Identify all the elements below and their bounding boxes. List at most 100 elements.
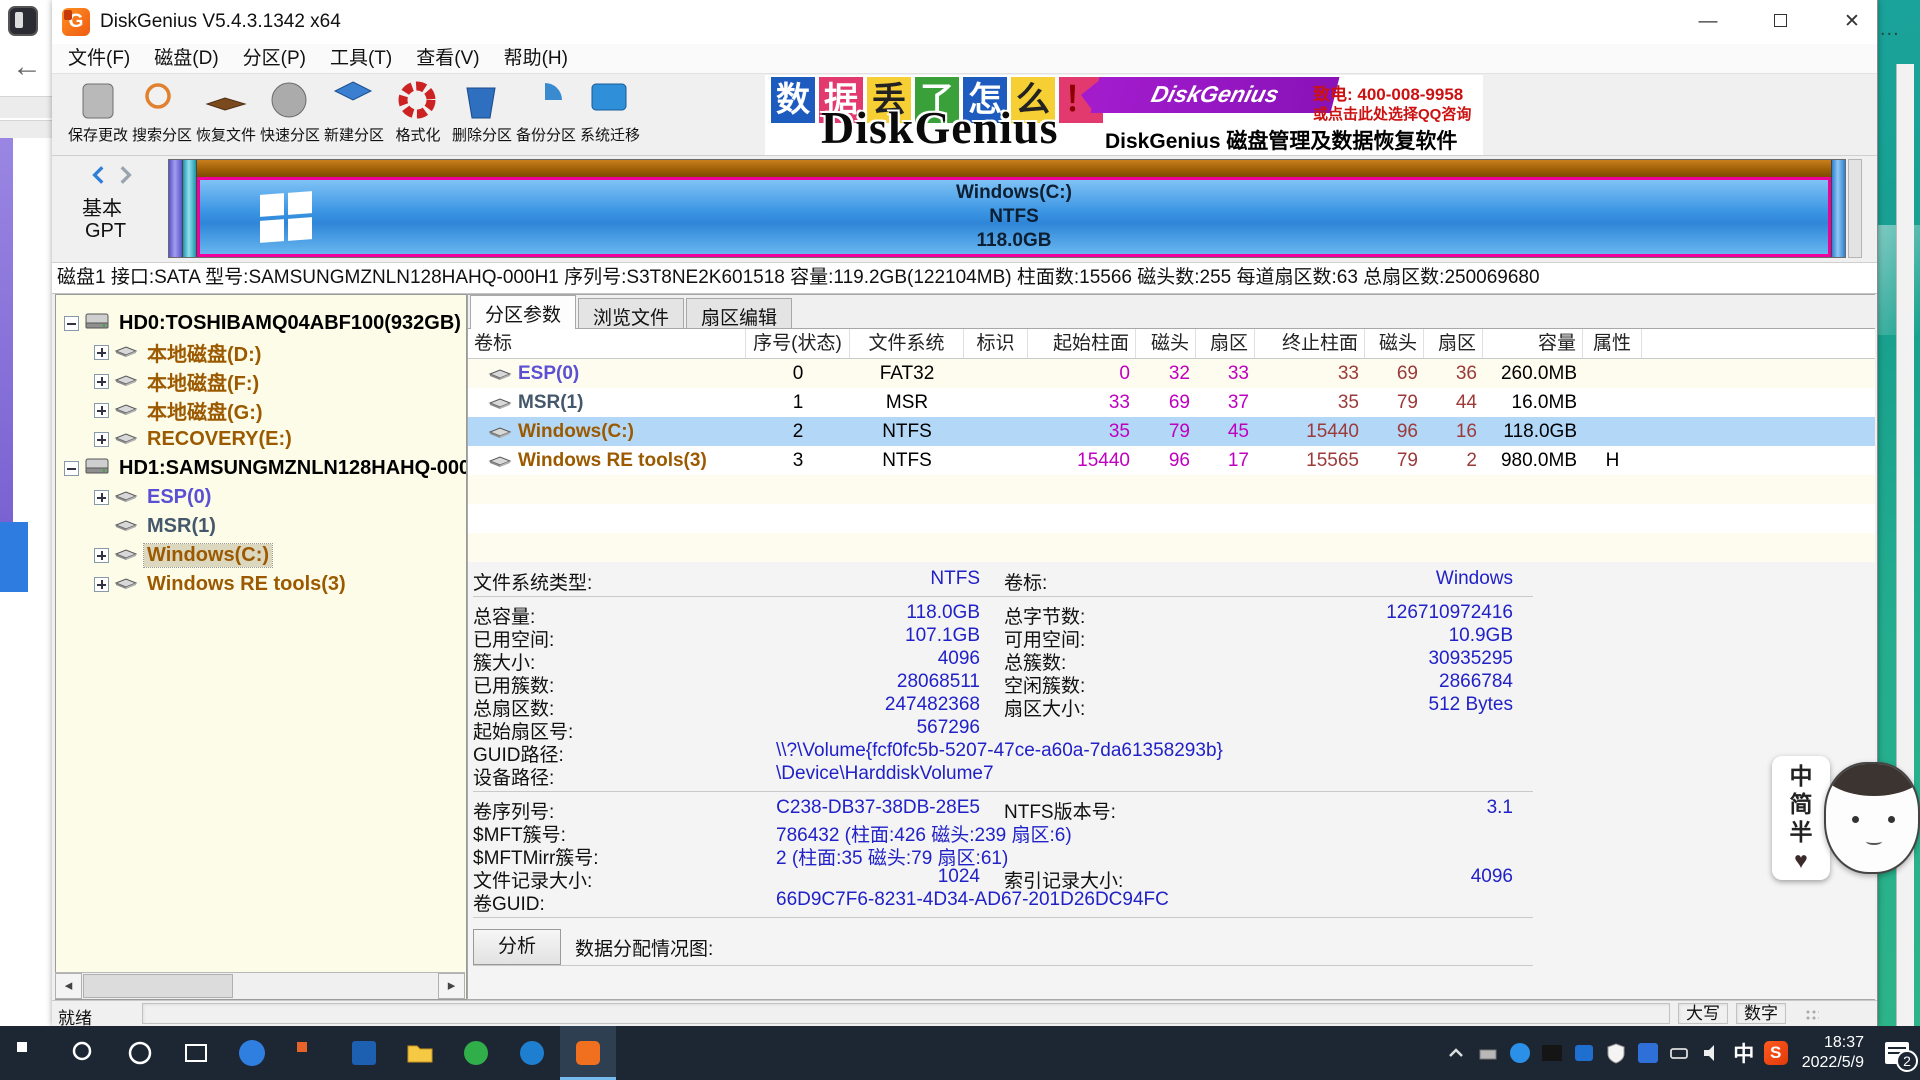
sogou-ime-widget[interactable]: 中简半♥ <box>1772 752 1920 884</box>
tree-item--f-[interactable]: 本地磁盘(F:) <box>56 367 466 396</box>
ime-language-indicator[interactable]: 中 <box>1728 1026 1760 1080</box>
column-header[interactable]: 扇区 <box>1424 329 1483 358</box>
tab-2[interactable]: 扇区编辑 <box>686 298 792 328</box>
column-header[interactable]: 起始柱面 <box>1028 329 1136 358</box>
menu-item-5[interactable]: 帮助(H) <box>492 44 580 74</box>
toolbar-button-5[interactable]: 格式化 <box>386 76 450 154</box>
column-header[interactable]: 属性 <box>1583 329 1642 358</box>
column-header[interactable]: 文件系统 <box>850 329 964 358</box>
scroll-thumb[interactable] <box>83 974 233 998</box>
column-header[interactable]: 序号(状态) <box>746 329 850 358</box>
toolbar-button-7[interactable]: 备份分区 <box>514 76 578 154</box>
toolbar-button-2[interactable]: 恢复文件 <box>194 76 258 154</box>
expand-icon[interactable] <box>94 403 109 418</box>
column-header[interactable]: 标识 <box>964 329 1028 358</box>
scroll-right-button[interactable]: ▸ <box>438 973 465 999</box>
sogou-status-glyph-0[interactable]: 中 <box>1790 763 1813 789</box>
tree-item-esp-0-[interactable]: ESP(0) <box>56 483 466 512</box>
task-view-icon[interactable] <box>168 1026 224 1080</box>
ad-banner[interactable]: 数据丢了怎么！ DiskGenius DiskGenius 致电: 400-00… <box>765 75 1483 155</box>
column-header[interactable]: 磁头 <box>1365 329 1424 358</box>
sogou-status-glyph-3[interactable]: ♥ <box>1794 847 1808 873</box>
word-app-icon[interactable]: W <box>336 1026 392 1080</box>
cortana-icon[interactable] <box>112 1026 168 1080</box>
tree-item-hd0-toshibamq04abf100-932gb-[interactable]: HD0:TOSHIBAMQ04ABF100(932GB) <box>56 309 466 338</box>
toolbar-button-6[interactable]: 删除分区 <box>450 76 514 154</box>
partition-sliver-msr[interactable] <box>183 160 197 257</box>
tray-expand-icon[interactable] <box>1440 1026 1472 1080</box>
tree-horizontal-scrollbar[interactable]: ◂ ▸ <box>55 972 465 999</box>
toolbar-button-8[interactable]: 系统迁移 <box>578 76 642 154</box>
next-disk-icon[interactable] <box>114 164 136 186</box>
table-row-windows-re-tools-3-[interactable]: Windows RE tools(3)3NTFS1544096171556579… <box>468 446 1875 475</box>
taskbar-clock[interactable]: 18:37 2022/5/9 <box>1792 1033 1874 1073</box>
store-app-icon[interactable] <box>280 1026 336 1080</box>
toolbar-button-3[interactable]: 快速分区 <box>258 76 322 154</box>
scroll-left-button[interactable]: ◂ <box>55 973 82 999</box>
green-browser-icon[interactable]: e <box>448 1026 504 1080</box>
more-options-icon[interactable]: ... <box>1880 18 1900 41</box>
column-header[interactable]: 卷标 <box>468 329 746 358</box>
column-header[interactable]: 终止柱面 <box>1255 329 1365 358</box>
column-header[interactable]: 容量 <box>1483 329 1583 358</box>
resize-grip[interactable] <box>1805 1009 1819 1021</box>
ad-qq-link[interactable]: 或点击此处选择QQ咨询 <box>1313 103 1471 124</box>
column-header[interactable]: 磁头 <box>1136 329 1196 358</box>
menu-item-1[interactable]: 磁盘(D) <box>142 44 230 74</box>
partition-sliver-esp[interactable] <box>169 160 183 257</box>
tab-0[interactable]: 分区参数 <box>470 295 576 329</box>
maximize-button[interactable] <box>1754 0 1806 44</box>
messenger-icon[interactable] <box>1504 1026 1536 1080</box>
expand-icon[interactable] <box>94 577 109 592</box>
sogou-tray-icon[interactable]: S <box>1760 1026 1792 1080</box>
edge-icon[interactable] <box>504 1026 560 1080</box>
collapse-icon[interactable] <box>64 461 79 476</box>
sogou-status-glyph-1[interactable]: 简 <box>1790 791 1813 817</box>
speaker-icon[interactable] <box>1696 1026 1728 1080</box>
tree-item-msr-1-[interactable]: MSR(1) <box>56 512 466 541</box>
start-icon[interactable] <box>0 1026 56 1080</box>
intel-icon[interactable]: HD <box>1568 1026 1600 1080</box>
snowflake-icon[interactable] <box>1632 1026 1664 1080</box>
expand-icon[interactable] <box>94 345 109 360</box>
tab-1[interactable]: 浏览文件 <box>578 298 684 328</box>
tree-item-windows-re-tools-3-[interactable]: Windows RE tools(3) <box>56 570 466 599</box>
sogou-status-glyph-2[interactable]: 半 <box>1790 819 1813 845</box>
nvidia-icon[interactable] <box>1536 1026 1568 1080</box>
minimize-button[interactable]: — <box>1682 0 1734 44</box>
toolbar-button-0[interactable]: 保存更改 <box>66 76 130 154</box>
partition-bar-scrollbar[interactable] <box>1848 159 1862 258</box>
partition-sliver-re-tools[interactable] <box>1831 160 1845 257</box>
table-row-msr-1-[interactable]: MSR(1)1MSR33693735794416.0MB <box>468 388 1875 417</box>
menu-item-0[interactable]: 文件(F) <box>56 44 142 74</box>
taskbar-search-icon[interactable] <box>56 1026 112 1080</box>
table-row-esp-0-[interactable]: ESP(0)0FAT3203233336936260.0MB <box>468 359 1875 388</box>
defender-icon[interactable] <box>1600 1026 1632 1080</box>
close-button[interactable]: ✕ <box>1826 0 1878 44</box>
printer-icon[interactable] <box>1472 1026 1504 1080</box>
table-row-windows-c-[interactable]: Windows(C:)2NTFS357945154409616118.0GB <box>468 417 1875 446</box>
tree-item--d-[interactable]: 本地磁盘(D:) <box>56 338 466 367</box>
toolbar-button-1[interactable]: 搜索分区 <box>130 76 194 154</box>
collapse-icon[interactable] <box>64 316 79 331</box>
menu-item-2[interactable]: 分区(P) <box>231 44 318 74</box>
tree-item-recovery-e-[interactable]: RECOVERY(E:) <box>56 425 466 454</box>
lightning-app-icon[interactable] <box>224 1026 280 1080</box>
tree-item-windows-c-[interactable]: Windows(C:) <box>56 541 466 570</box>
action-center-icon[interactable]: 2 <box>1874 1026 1920 1080</box>
tree-item-hd1-samsungmznln128hahq-000[interactable]: HD1:SAMSUNGMZNLN128HAHQ-000 <box>56 454 466 483</box>
file-explorer-icon[interactable] <box>392 1026 448 1080</box>
partition-block-windows-c[interactable]: Windows(C:) NTFS 118.0GB <box>197 160 1831 257</box>
toolbar-button-4[interactable]: 新建分区 <box>322 76 386 154</box>
tree-item--g-[interactable]: 本地磁盘(G:) <box>56 396 466 425</box>
diskgenius-app-icon[interactable]: G <box>560 1026 616 1080</box>
menu-item-4[interactable]: 查看(V) <box>404 44 491 74</box>
prev-disk-icon[interactable] <box>88 164 110 186</box>
battery-icon[interactable] <box>1664 1026 1696 1080</box>
expand-icon[interactable] <box>94 432 109 447</box>
menu-item-3[interactable]: 工具(T) <box>318 44 404 74</box>
analyze-button[interactable]: 分析 <box>473 929 561 965</box>
expand-icon[interactable] <box>94 548 109 563</box>
column-header[interactable]: 扇区 <box>1196 329 1255 358</box>
expand-icon[interactable] <box>94 490 109 505</box>
